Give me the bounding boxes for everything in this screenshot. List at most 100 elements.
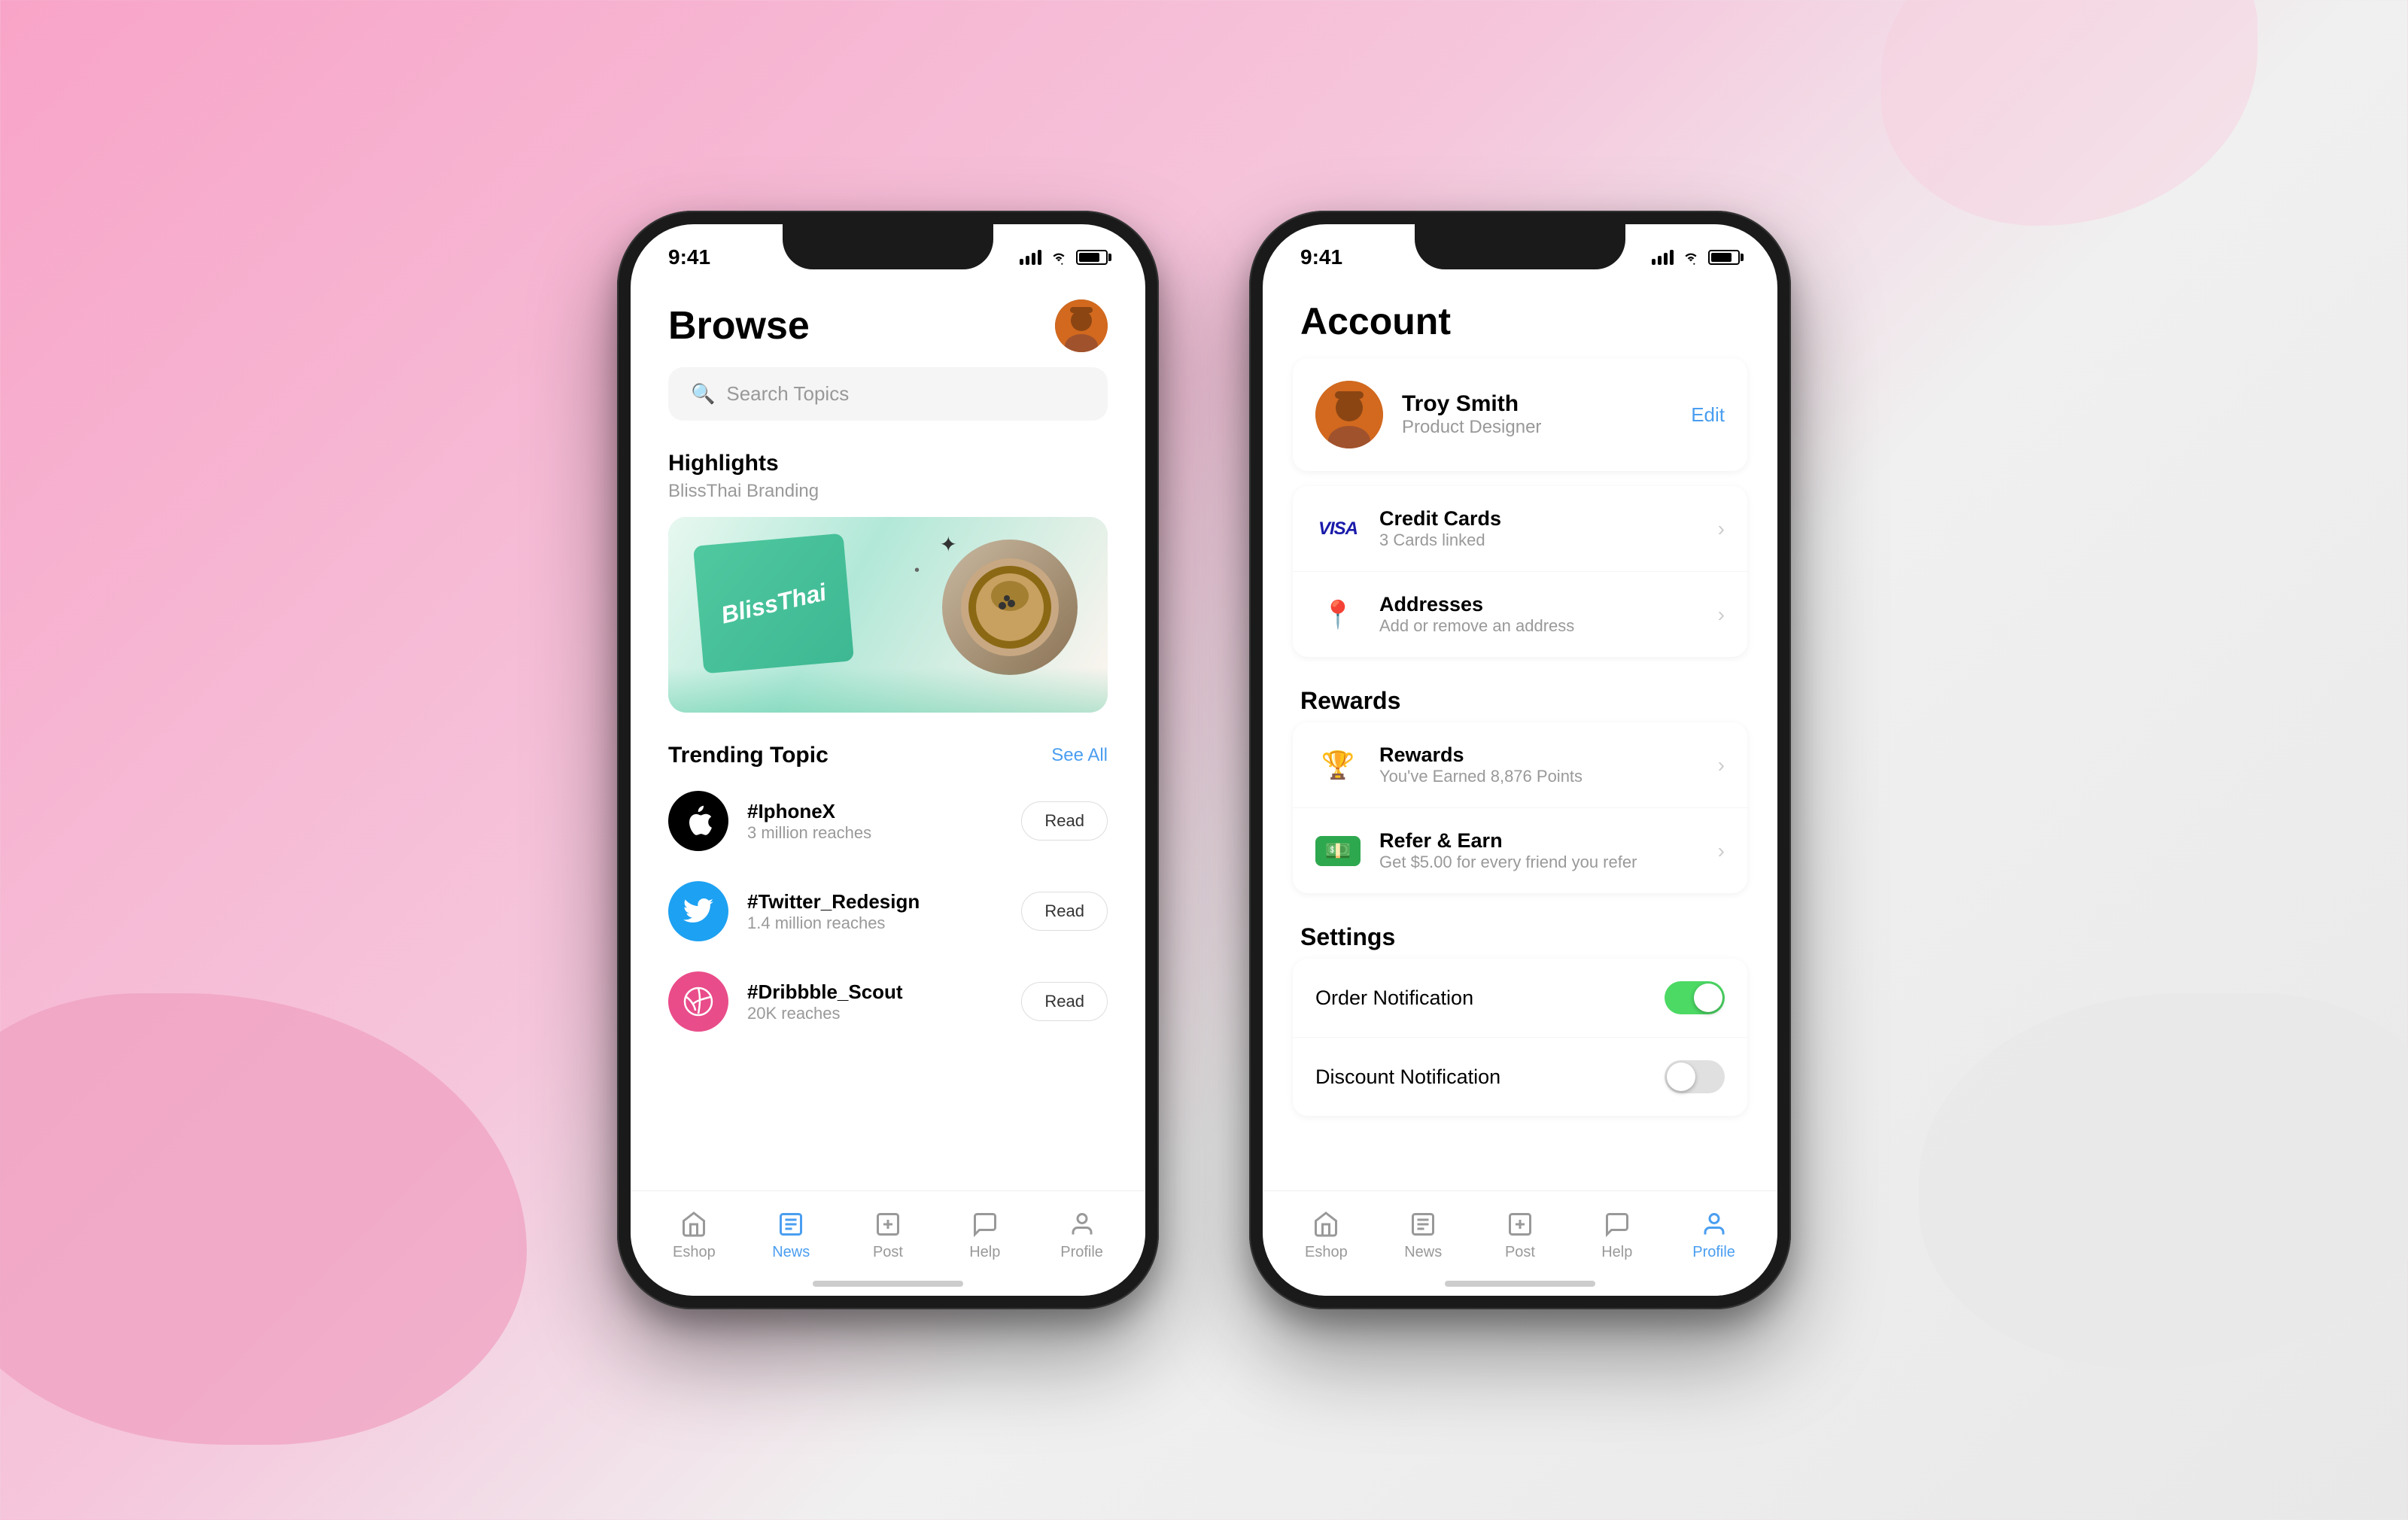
search-icon: 🔍	[691, 382, 715, 406]
nav-eshop-account[interactable]: Eshop	[1278, 1211, 1375, 1261]
credit-cards-chevron: ›	[1718, 517, 1725, 541]
news-icon-account	[1409, 1211, 1437, 1238]
rewards-row[interactable]: 🏆 Rewards You've Earned 8,876 Points ›	[1293, 722, 1747, 808]
visa-text: VISA	[1318, 518, 1358, 540]
read-btn-twitter[interactable]: Read	[1021, 892, 1108, 931]
bottom-nav-account: Eshop News	[1263, 1190, 1777, 1296]
coconut-circle	[942, 540, 1078, 675]
toggle-thumb-order	[1694, 983, 1722, 1012]
search-bar[interactable]: 🔍 Search Topics	[668, 367, 1108, 421]
visa-icon-wrap: VISA	[1315, 514, 1361, 544]
nav-eshop-label-browse: Eshop	[673, 1244, 716, 1261]
topic-name-iphonex: #IphoneX	[747, 800, 1002, 823]
read-btn-dribbble[interactable]: Read	[1021, 982, 1108, 1021]
edit-profile-button[interactable]: Edit	[1691, 403, 1725, 427]
addresses-sub: Add or remove an address	[1379, 616, 1699, 636]
nav-profile-browse[interactable]: Profile	[1033, 1211, 1130, 1261]
highlights-label: Highlights	[631, 443, 1145, 481]
trending-header: Trending Topic See All	[631, 735, 1145, 776]
home-indicator-account	[1445, 1281, 1595, 1287]
rewards-chevron: ›	[1718, 753, 1725, 777]
background-blob-top-right	[1881, 0, 2258, 226]
read-btn-iphonex[interactable]: Read	[1021, 801, 1108, 841]
dribbble-icon	[668, 971, 728, 1032]
highlight-inner: BlissThai ✦ •	[668, 517, 1108, 713]
nav-profile-label-browse: Profile	[1060, 1244, 1103, 1261]
browse-title: Browse	[668, 303, 810, 348]
refer-chevron: ›	[1718, 839, 1725, 863]
settings-section: Order Notification Discount Notification	[1293, 959, 1747, 1116]
help-icon-browse	[971, 1211, 999, 1238]
status-time-browse: 9:41	[668, 245, 710, 269]
topic-item-dribbble: #Dribbble_Scout 20K reaches Read	[631, 956, 1145, 1047]
credit-cards-row[interactable]: VISA Credit Cards 3 Cards linked ›	[1293, 486, 1747, 572]
nav-eshop-label-account: Eshop	[1305, 1244, 1348, 1261]
news-icon-browse	[777, 1211, 804, 1238]
phone-browse: 9:41	[617, 211, 1159, 1309]
nav-profile-account[interactable]: Profile	[1665, 1211, 1762, 1261]
nav-profile-label-account: Profile	[1692, 1244, 1735, 1261]
user-avatar-browse[interactable]	[1055, 299, 1108, 352]
decorative-dot: •	[914, 562, 920, 579]
wifi-icon-account	[1681, 250, 1701, 265]
discount-notification-label: Discount Notification	[1315, 1066, 1500, 1089]
nav-post-browse[interactable]: Post	[840, 1211, 937, 1261]
help-icon-account	[1604, 1211, 1631, 1238]
location-icon: 📍	[1321, 599, 1355, 631]
browse-screen-content: Browse 🔍	[631, 284, 1145, 1296]
profile-avatar-account	[1315, 381, 1383, 448]
toggle-thumb-discount	[1667, 1062, 1695, 1091]
refer-sub: Get $5.00 for every friend you refer	[1379, 853, 1699, 872]
nav-eshop-browse[interactable]: Eshop	[646, 1211, 743, 1261]
addresses-title: Addresses	[1379, 593, 1699, 616]
home-icon-account	[1312, 1211, 1339, 1238]
order-notification-toggle[interactable]	[1665, 981, 1725, 1014]
notch-account	[1415, 224, 1625, 269]
nav-help-account[interactable]: Help	[1568, 1211, 1665, 1261]
post-icon-account	[1507, 1211, 1534, 1238]
profile-section[interactable]: Troy Smith Product Designer Edit	[1293, 358, 1747, 471]
battery-icon-browse	[1076, 250, 1108, 265]
credit-cards-sub: 3 Cards linked	[1379, 530, 1699, 550]
nav-post-label-browse: Post	[873, 1244, 903, 1261]
topic-info-dribbble: #Dribbble_Scout 20K reaches	[747, 980, 1002, 1023]
discount-notification-toggle[interactable]	[1665, 1060, 1725, 1093]
wave-shape	[668, 667, 1108, 713]
rewards-section-header: Rewards	[1263, 672, 1777, 722]
topic-name-twitter: #Twitter_Redesign	[747, 890, 1002, 914]
apple-icon	[668, 791, 728, 851]
status-icons-browse	[1020, 250, 1108, 265]
refer-earn-row[interactable]: 💵 Refer & Earn Get $5.00 for every frien…	[1293, 808, 1747, 893]
signal-bars-browse	[1020, 250, 1041, 265]
see-all-link[interactable]: See All	[1051, 745, 1108, 766]
nav-help-label-browse: Help	[969, 1244, 1000, 1261]
profile-icon-account	[1701, 1211, 1728, 1238]
refer-info: Refer & Earn Get $5.00 for every friend …	[1379, 829, 1699, 872]
avatar-image-browse	[1055, 299, 1108, 352]
phones-container: 9:41	[617, 211, 1791, 1309]
notch-browse	[783, 224, 993, 269]
addresses-info: Addresses Add or remove an address	[1379, 593, 1699, 636]
phone-account: 9:41	[1249, 211, 1791, 1309]
highlight-card[interactable]: BlissThai ✦ •	[668, 517, 1108, 713]
battery-fill-account	[1711, 253, 1732, 262]
refer-title: Refer & Earn	[1379, 829, 1699, 853]
nav-help-browse[interactable]: Help	[936, 1211, 1033, 1261]
order-notification-row: Order Notification	[1293, 959, 1747, 1038]
twitter-icon	[668, 881, 728, 941]
nav-news-label-account: News	[1404, 1244, 1442, 1261]
profile-info: Troy Smith Product Designer	[1402, 391, 1672, 438]
rewards-info: Rewards You've Earned 8,876 Points	[1379, 743, 1699, 786]
credit-cards-title: Credit Cards	[1379, 507, 1699, 530]
rewards-list-section: 🏆 Rewards You've Earned 8,876 Points › 💵	[1293, 722, 1747, 893]
nav-news-account[interactable]: News	[1375, 1211, 1472, 1261]
account-header: Account	[1263, 292, 1777, 358]
green-card-shape: BlissThai	[693, 534, 854, 674]
bottom-nav-browse: Eshop News	[631, 1190, 1145, 1296]
location-icon-wrap: 📍	[1315, 600, 1361, 630]
nav-news-browse[interactable]: News	[743, 1211, 840, 1261]
addresses-row[interactable]: 📍 Addresses Add or remove an address ›	[1293, 572, 1747, 657]
profile-name: Troy Smith	[1402, 391, 1672, 417]
nav-post-account[interactable]: Post	[1472, 1211, 1569, 1261]
phone-browse-screen: 9:41	[631, 224, 1145, 1296]
